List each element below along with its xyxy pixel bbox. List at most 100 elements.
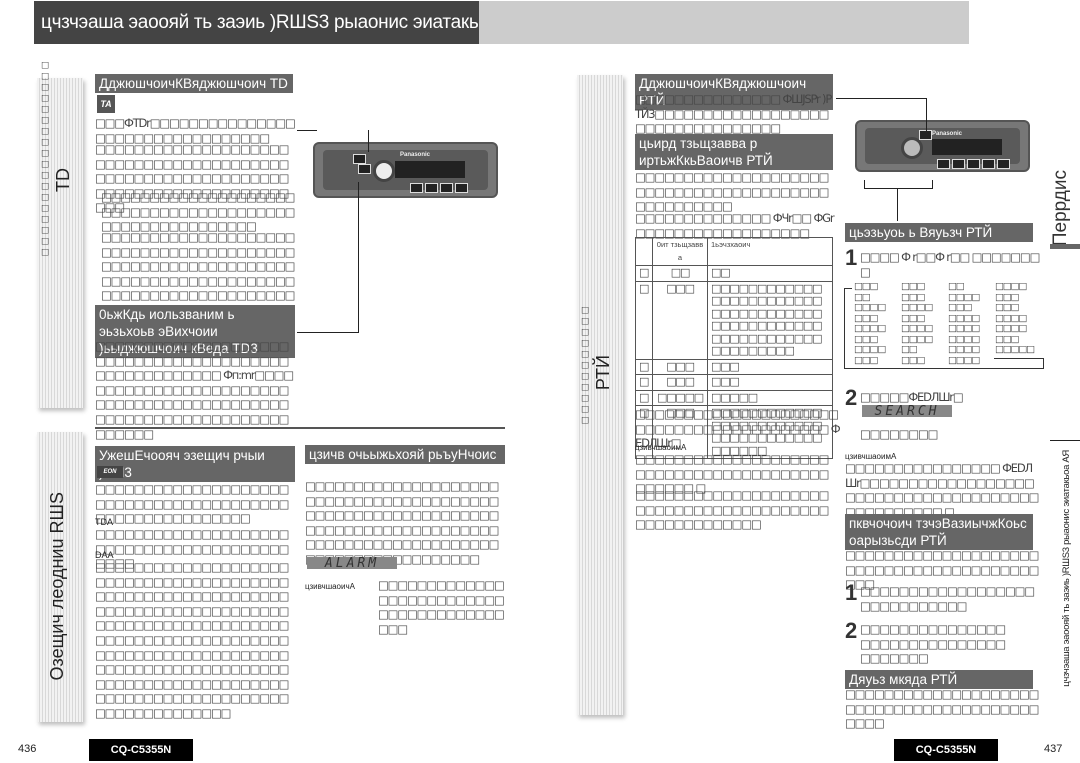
pty-note-paragraph-2: □□□□□□□□□□□□□□□□□□□□□□□□□□□□□□□□□□□□□□□□… <box>635 488 830 532</box>
pty-preset-step-1: □□□□□□□□□□□□□□□□□□□□□□□□□□□□□ <box>860 584 1035 613</box>
pty-table-header-row: 0ит тзьщзавва 1ьэчзхаоич <box>635 237 833 266</box>
side-tab-pty-label: РТЙ <box>593 355 613 391</box>
preset-button-icon <box>967 159 980 169</box>
preset-button-icon <box>937 159 950 169</box>
pty-program-item: □□□□ <box>948 344 980 355</box>
pty-table-cell: □□□ <box>707 358 833 375</box>
callout-line <box>297 130 317 131</box>
edge-divider <box>1050 440 1080 441</box>
td-paragraph-1: □□□ФТDr□□□□□□□□□□□□□□□□□□□□□□□□□□□□□□□□□ <box>95 116 296 145</box>
td-paragraph-3: □□□□□□□□□□□□□□□□□□□□□□□□□□□□□□□□□□□□□□□□… <box>101 190 296 234</box>
pty-program-item: □□□□ <box>995 312 1027 324</box>
pty-table-cell: □ <box>635 280 653 360</box>
callout-line <box>358 182 359 332</box>
pty-search-step-2: □□□□□ФЕDЛШr□ <box>860 390 964 404</box>
pty-program-item: □□□□ <box>995 323 1027 334</box>
section-heading-pty-preset: пквчочоич тзчэВазиычжКоьс оарызьсди РТЙ <box>845 514 1033 550</box>
pty-search-note: □□□□□□□□□□□□□□□□ ФЕDЛШr□□□□□□□□□□□□□□□□□… <box>845 461 1040 519</box>
edge-tab-marker <box>1050 244 1080 249</box>
preset-button-icon <box>455 183 468 193</box>
preset-button-icon <box>425 183 438 193</box>
cycle-arrow-line <box>844 368 1044 369</box>
pty-types-paragraph-2: □□□□□□□□□□□□□□ ФЧr□□ ФGr□□□□□□□□□□□□□□□□… <box>635 211 835 240</box>
side-tab-rds-label: Озещич леодниu RШS <box>47 492 67 681</box>
radio-button-icon <box>353 154 366 164</box>
pty-table-row: □ □□□□□ □□□□□ <box>635 389 833 406</box>
pty-program-item: □□□ <box>854 312 879 324</box>
pty-table-cell: □□□ <box>707 374 833 391</box>
pty-table-row: □ □□ □□ <box>635 265 833 282</box>
eon-icon: EON <box>97 466 123 478</box>
pty-program-item: □□□ <box>995 302 1020 313</box>
pty-types-paragraph-1: □□□□□□□□□□□□□□□□□□□□□□□□□□□□□□□□□□□□□□□□… <box>635 170 830 214</box>
section-divider <box>95 427 505 429</box>
pty-program-grid: □□□ □□□ □□ □□□□ □□ □□□ □□□□ □□□ □□□□ □□□□ □□□ □□□ □□… <box>844 282 1044 382</box>
preset-button-icon <box>997 159 1010 169</box>
car-radio-illustration: Panasonic <box>313 142 498 198</box>
eon-label-tda: TDA <box>95 517 113 527</box>
callout-line <box>368 130 369 152</box>
step-number: 2 <box>845 385 858 410</box>
cycle-arrow-line <box>844 288 845 368</box>
cycle-arrow-icon <box>844 288 852 289</box>
radio-display <box>395 161 465 178</box>
pty-table-cell: □□□□□□□□□□□□□□□□□□□□□□□□□□□□□□□□□□□□□□□□… <box>707 280 833 360</box>
pty-program-item: □□□□ <box>854 344 886 355</box>
pty-table-cell: □ <box>635 358 653 375</box>
pty-table-cell: □ <box>635 265 653 282</box>
lcd-alarm: ALARM <box>307 557 397 571</box>
pty-program-item: □□□ <box>901 354 926 366</box>
pty-program-item: □□□ <box>948 302 973 313</box>
pty-program-item: □□□□ <box>948 354 980 366</box>
pty-search-step-1: □□□□ Ф r□□Ф r□□ □□□□□□□□ <box>860 250 1040 279</box>
callout-line <box>297 332 359 333</box>
preset-button-icon <box>982 159 995 169</box>
callout-bracket <box>864 180 933 189</box>
page-number-right: 437 <box>1044 743 1063 755</box>
pty-program-item: □□□□ <box>948 291 980 303</box>
side-tab-td: TD □□□□□□□□□□□□□□□□□□ <box>37 60 83 408</box>
pty-program-item: □□□□ <box>901 333 933 345</box>
pty-program-item: □□□□ <box>901 302 933 313</box>
side-tab-td-label: TD <box>53 168 73 192</box>
pty-intro-paragraph: □□□□□□□□□□□□□□□ ФШJSPr )РТЙ3□□□□□□□□□□□□… <box>635 92 832 136</box>
step-number: 1 <box>845 580 858 605</box>
pty-program-item: □□□ <box>854 333 879 345</box>
callout-line <box>926 98 927 132</box>
callout-line <box>836 98 926 99</box>
side-tab-pty: РТЙ □□□□□□□□□□□ <box>577 75 623 715</box>
side-tab-pty-sublabel: □□□□□□□□□□□ <box>579 305 591 426</box>
radio-display <box>932 139 1002 155</box>
document-title-bar: цчзчэаша эаоояй ть заэиь )RШS3 рыаонис э… <box>34 1 530 44</box>
td-news-paragraph: □□□□□□□□□□□□□□□□□□□□□□□□□□□□□□□□□□□□□□□□… <box>95 339 294 441</box>
pty-program-item: □□□ <box>901 291 926 303</box>
alarm-note: □□□□□□□□□□□□□□□□□□□□□□□□□□□□□□□□□□□□□□□□… <box>378 578 505 636</box>
pty-table-cell: □ <box>635 389 653 406</box>
lcd-search: SEARCH <box>862 405 952 419</box>
pty-program-item: □□ <box>901 344 918 355</box>
pty-table-cell: □□□ <box>652 358 708 375</box>
edge-caption: цчзчэаша эаоояй ть заэиь )RШS3 рыаонис э… <box>1061 450 1072 687</box>
pty-program-item: □□□ <box>901 281 926 292</box>
volume-knob-icon <box>373 160 395 182</box>
pty-search-note-label: цзивчшаоимА <box>845 452 897 461</box>
eon-label-daa: DAA <box>95 550 114 560</box>
document-title: цчзчэаша эаоояй ть заэиь )RШS3 рыаонис э… <box>41 12 530 33</box>
cycle-arrow-line <box>1043 358 1044 368</box>
device-brand: Panasonic <box>932 131 963 137</box>
pty-program-item: □□□□ <box>948 323 980 334</box>
pty-table-cell: □ <box>635 374 653 391</box>
volume-knob-icon <box>901 137 923 159</box>
pty-table-header-cell: 1ьэчзхаоич <box>707 237 833 266</box>
pty-program-item: □□□ <box>995 291 1020 303</box>
section-heading-td: ДджюшчоичКВяджюшчоич TD <box>95 74 293 93</box>
pty-table-header-cell: 0ит тзьщзавва <box>652 237 708 266</box>
pty-program-item: □□□□ <box>948 312 980 324</box>
section-heading-eon: УжешЕчоояч эзещич рчыи )F:Л3 <box>95 446 295 482</box>
pty-table-header-cell <box>635 237 653 266</box>
section-heading-pty-types: цьирд тзьщзавва р иртьжКкьВаоичв РТЙ <box>635 134 833 170</box>
pty-table-cell: □□□ <box>652 280 708 360</box>
pty-table-cell: □□□□□ <box>707 389 833 406</box>
pty-program-item: □□□□□ <box>995 344 1035 355</box>
preset-button-icon <box>410 183 423 193</box>
